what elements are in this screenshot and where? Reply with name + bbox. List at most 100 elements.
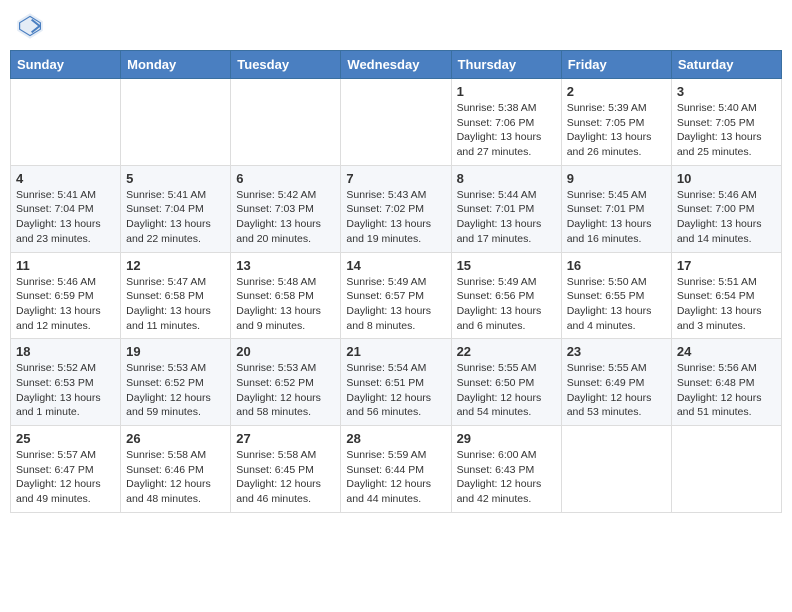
calendar-cell: 24 Sunrise: 5:56 AM Sunset: 6:48 PM Dayli… bbox=[671, 339, 781, 426]
calendar-week-row: 11 Sunrise: 5:46 AM Sunset: 6:59 PM Dayli… bbox=[11, 252, 782, 339]
day-header-tuesday: Tuesday bbox=[231, 51, 341, 79]
day-info: Sunrise: 5:38 AM Sunset: 7:06 PM Dayligh… bbox=[457, 101, 556, 160]
day-number: 19 bbox=[126, 344, 225, 359]
calendar-cell bbox=[341, 79, 451, 166]
day-info: Sunrise: 6:00 AM Sunset: 6:43 PM Dayligh… bbox=[457, 448, 556, 507]
calendar-header-row: SundayMondayTuesdayWednesdayThursdayFrid… bbox=[11, 51, 782, 79]
day-info: Sunrise: 5:47 AM Sunset: 6:58 PM Dayligh… bbox=[126, 275, 225, 334]
calendar-cell: 8 Sunrise: 5:44 AM Sunset: 7:01 PM Daylig… bbox=[451, 165, 561, 252]
day-info: Sunrise: 5:46 AM Sunset: 7:00 PM Dayligh… bbox=[677, 188, 776, 247]
day-number: 28 bbox=[346, 431, 445, 446]
day-number: 22 bbox=[457, 344, 556, 359]
calendar-cell: 14 Sunrise: 5:49 AM Sunset: 6:57 PM Dayli… bbox=[341, 252, 451, 339]
logo-icon bbox=[14, 10, 46, 42]
day-info: Sunrise: 5:49 AM Sunset: 6:56 PM Dayligh… bbox=[457, 275, 556, 334]
day-number: 25 bbox=[16, 431, 115, 446]
day-info: Sunrise: 5:53 AM Sunset: 6:52 PM Dayligh… bbox=[126, 361, 225, 420]
day-info: Sunrise: 5:41 AM Sunset: 7:04 PM Dayligh… bbox=[126, 188, 225, 247]
day-info: Sunrise: 5:40 AM Sunset: 7:05 PM Dayligh… bbox=[677, 101, 776, 160]
day-info: Sunrise: 5:55 AM Sunset: 6:49 PM Dayligh… bbox=[567, 361, 666, 420]
calendar-cell: 3 Sunrise: 5:40 AM Sunset: 7:05 PM Daylig… bbox=[671, 79, 781, 166]
day-info: Sunrise: 5:48 AM Sunset: 6:58 PM Dayligh… bbox=[236, 275, 335, 334]
calendar-cell: 15 Sunrise: 5:49 AM Sunset: 6:56 PM Dayli… bbox=[451, 252, 561, 339]
day-number: 20 bbox=[236, 344, 335, 359]
day-number: 3 bbox=[677, 84, 776, 99]
calendar-table: SundayMondayTuesdayWednesdayThursdayFrid… bbox=[10, 50, 782, 513]
day-info: Sunrise: 5:59 AM Sunset: 6:44 PM Dayligh… bbox=[346, 448, 445, 507]
day-header-friday: Friday bbox=[561, 51, 671, 79]
day-number: 27 bbox=[236, 431, 335, 446]
calendar-cell: 5 Sunrise: 5:41 AM Sunset: 7:04 PM Daylig… bbox=[121, 165, 231, 252]
calendar-cell bbox=[671, 426, 781, 513]
calendar-cell: 26 Sunrise: 5:58 AM Sunset: 6:46 PM Dayli… bbox=[121, 426, 231, 513]
calendar-week-row: 4 Sunrise: 5:41 AM Sunset: 7:04 PM Daylig… bbox=[11, 165, 782, 252]
calendar-cell bbox=[121, 79, 231, 166]
day-number: 15 bbox=[457, 258, 556, 273]
calendar-cell: 6 Sunrise: 5:42 AM Sunset: 7:03 PM Daylig… bbox=[231, 165, 341, 252]
day-number: 18 bbox=[16, 344, 115, 359]
day-number: 7 bbox=[346, 171, 445, 186]
calendar-cell: 19 Sunrise: 5:53 AM Sunset: 6:52 PM Dayli… bbox=[121, 339, 231, 426]
day-header-saturday: Saturday bbox=[671, 51, 781, 79]
calendar-cell: 17 Sunrise: 5:51 AM Sunset: 6:54 PM Dayli… bbox=[671, 252, 781, 339]
calendar-cell: 29 Sunrise: 6:00 AM Sunset: 6:43 PM Dayli… bbox=[451, 426, 561, 513]
day-number: 5 bbox=[126, 171, 225, 186]
day-number: 8 bbox=[457, 171, 556, 186]
calendar-cell: 9 Sunrise: 5:45 AM Sunset: 7:01 PM Daylig… bbox=[561, 165, 671, 252]
calendar-cell: 28 Sunrise: 5:59 AM Sunset: 6:44 PM Dayli… bbox=[341, 426, 451, 513]
day-info: Sunrise: 5:43 AM Sunset: 7:02 PM Dayligh… bbox=[346, 188, 445, 247]
day-info: Sunrise: 5:51 AM Sunset: 6:54 PM Dayligh… bbox=[677, 275, 776, 334]
day-header-monday: Monday bbox=[121, 51, 231, 79]
day-info: Sunrise: 5:53 AM Sunset: 6:52 PM Dayligh… bbox=[236, 361, 335, 420]
day-info: Sunrise: 5:42 AM Sunset: 7:03 PM Dayligh… bbox=[236, 188, 335, 247]
day-number: 12 bbox=[126, 258, 225, 273]
calendar-cell: 25 Sunrise: 5:57 AM Sunset: 6:47 PM Dayli… bbox=[11, 426, 121, 513]
day-info: Sunrise: 5:57 AM Sunset: 6:47 PM Dayligh… bbox=[16, 448, 115, 507]
calendar-week-row: 25 Sunrise: 5:57 AM Sunset: 6:47 PM Dayli… bbox=[11, 426, 782, 513]
calendar-cell: 12 Sunrise: 5:47 AM Sunset: 6:58 PM Dayli… bbox=[121, 252, 231, 339]
day-number: 6 bbox=[236, 171, 335, 186]
day-info: Sunrise: 5:45 AM Sunset: 7:01 PM Dayligh… bbox=[567, 188, 666, 247]
day-info: Sunrise: 5:49 AM Sunset: 6:57 PM Dayligh… bbox=[346, 275, 445, 334]
day-number: 10 bbox=[677, 171, 776, 186]
calendar-cell: 10 Sunrise: 5:46 AM Sunset: 7:00 PM Dayli… bbox=[671, 165, 781, 252]
calendar-cell: 1 Sunrise: 5:38 AM Sunset: 7:06 PM Daylig… bbox=[451, 79, 561, 166]
day-number: 11 bbox=[16, 258, 115, 273]
day-number: 13 bbox=[236, 258, 335, 273]
calendar-cell: 4 Sunrise: 5:41 AM Sunset: 7:04 PM Daylig… bbox=[11, 165, 121, 252]
day-info: Sunrise: 5:41 AM Sunset: 7:04 PM Dayligh… bbox=[16, 188, 115, 247]
calendar-week-row: 18 Sunrise: 5:52 AM Sunset: 6:53 PM Dayli… bbox=[11, 339, 782, 426]
calendar-cell: 20 Sunrise: 5:53 AM Sunset: 6:52 PM Dayli… bbox=[231, 339, 341, 426]
day-number: 14 bbox=[346, 258, 445, 273]
day-info: Sunrise: 5:58 AM Sunset: 6:45 PM Dayligh… bbox=[236, 448, 335, 507]
day-info: Sunrise: 5:39 AM Sunset: 7:05 PM Dayligh… bbox=[567, 101, 666, 160]
calendar-cell: 2 Sunrise: 5:39 AM Sunset: 7:05 PM Daylig… bbox=[561, 79, 671, 166]
day-info: Sunrise: 5:54 AM Sunset: 6:51 PM Dayligh… bbox=[346, 361, 445, 420]
day-number: 17 bbox=[677, 258, 776, 273]
day-info: Sunrise: 5:58 AM Sunset: 6:46 PM Dayligh… bbox=[126, 448, 225, 507]
day-number: 9 bbox=[567, 171, 666, 186]
calendar-cell: 18 Sunrise: 5:52 AM Sunset: 6:53 PM Dayli… bbox=[11, 339, 121, 426]
calendar-cell: 7 Sunrise: 5:43 AM Sunset: 7:02 PM Daylig… bbox=[341, 165, 451, 252]
day-number: 29 bbox=[457, 431, 556, 446]
day-number: 1 bbox=[457, 84, 556, 99]
calendar-cell: 23Sunrise: 5:55 AM Sunset: 6:49 PM Dayli… bbox=[561, 339, 671, 426]
page-header bbox=[10, 10, 782, 42]
day-number: 4 bbox=[16, 171, 115, 186]
day-info: Sunrise: 5:46 AM Sunset: 6:59 PM Dayligh… bbox=[16, 275, 115, 334]
calendar-cell: 27 Sunrise: 5:58 AM Sunset: 6:45 PM Dayli… bbox=[231, 426, 341, 513]
day-number: 26 bbox=[126, 431, 225, 446]
day-number: 24 bbox=[677, 344, 776, 359]
calendar-week-row: 1 Sunrise: 5:38 AM Sunset: 7:06 PM Daylig… bbox=[11, 79, 782, 166]
calendar-cell: 16Sunrise: 5:50 AM Sunset: 6:55 PM Dayli… bbox=[561, 252, 671, 339]
calendar-cell bbox=[231, 79, 341, 166]
day-number: 21 bbox=[346, 344, 445, 359]
logo bbox=[14, 10, 50, 42]
day-number: 2 bbox=[567, 84, 666, 99]
day-info: Sunrise: 5:55 AM Sunset: 6:50 PM Dayligh… bbox=[457, 361, 556, 420]
calendar-cell: 11 Sunrise: 5:46 AM Sunset: 6:59 PM Dayli… bbox=[11, 252, 121, 339]
day-info: Sunrise: 5:52 AM Sunset: 6:53 PM Dayligh… bbox=[16, 361, 115, 420]
day-info: Sunrise: 5:56 AM Sunset: 6:48 PM Dayligh… bbox=[677, 361, 776, 420]
calendar-cell: 21 Sunrise: 5:54 AM Sunset: 6:51 PM Dayli… bbox=[341, 339, 451, 426]
day-info: Sunrise: 5:44 AM Sunset: 7:01 PM Dayligh… bbox=[457, 188, 556, 247]
